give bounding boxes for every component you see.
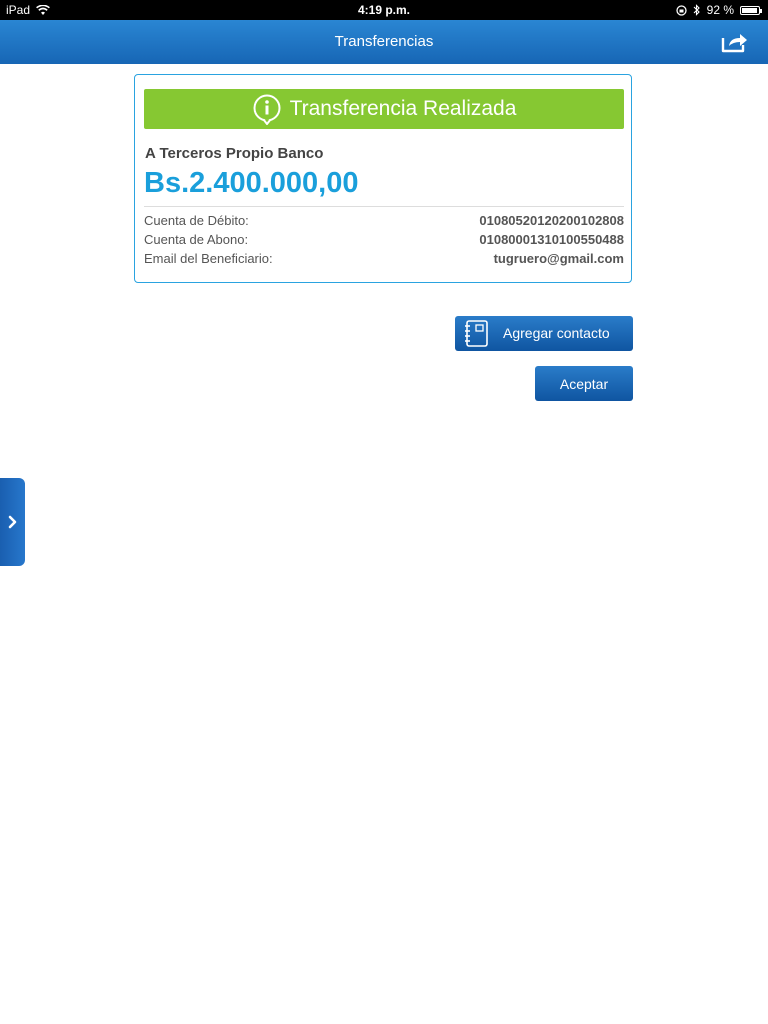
beneficiary-email-value: tugruero@gmail.com xyxy=(493,251,624,266)
chevron-right-icon xyxy=(8,515,16,529)
accept-label: Aceptar xyxy=(559,375,609,392)
transfer-type: A Terceros Propio Banco xyxy=(145,145,324,162)
credit-account-row: Cuenta de Abono: 01080001310100550488 xyxy=(144,232,624,251)
success-message: Transferencia Realizada xyxy=(289,97,517,120)
navigation-bar: Transferencias xyxy=(0,20,768,64)
address-book-icon xyxy=(465,320,488,347)
beneficiary-email-row: Email del Beneficiario: tugruero@gmail.c… xyxy=(144,251,624,270)
accept-button[interactable]: Aceptar xyxy=(535,366,633,401)
add-contact-label: Agregar contacto xyxy=(503,325,610,341)
beneficiary-email-label: Email del Beneficiario: xyxy=(144,251,273,266)
success-banner: Transferencia Realizada xyxy=(144,89,624,129)
status-right: 92 % xyxy=(675,3,762,17)
share-icon[interactable] xyxy=(720,30,750,54)
debit-account-label: Cuenta de Débito: xyxy=(144,213,249,228)
info-icon xyxy=(253,94,281,125)
battery-percent: 92 % xyxy=(706,3,734,17)
transfer-amount: Bs.2.400.000,00 xyxy=(144,167,359,199)
debit-account-value: 01080520120200102808 xyxy=(479,213,624,228)
status-bar: iPad 4:19 p.m. 92 % xyxy=(0,0,768,20)
credit-account-label: Cuenta de Abono: xyxy=(144,232,249,247)
debit-account-row: Cuenta de Débito: 01080520120200102808 xyxy=(144,213,624,232)
credit-account-value: 01080001310100550488 xyxy=(479,232,624,247)
side-menu-tab[interactable] xyxy=(0,478,25,566)
battery-icon xyxy=(740,5,762,15)
add-contact-button[interactable]: Agregar contacto xyxy=(455,316,633,351)
transfer-receipt-card: Transferencia Realizada A Terceros Propi… xyxy=(134,74,632,283)
rotation-lock-icon xyxy=(675,4,687,16)
battery-level xyxy=(742,7,757,13)
status-time: 4:19 p.m. xyxy=(357,3,411,17)
page-title: Transferencias xyxy=(334,33,434,50)
bluetooth-icon xyxy=(693,4,700,16)
divider xyxy=(144,206,624,207)
